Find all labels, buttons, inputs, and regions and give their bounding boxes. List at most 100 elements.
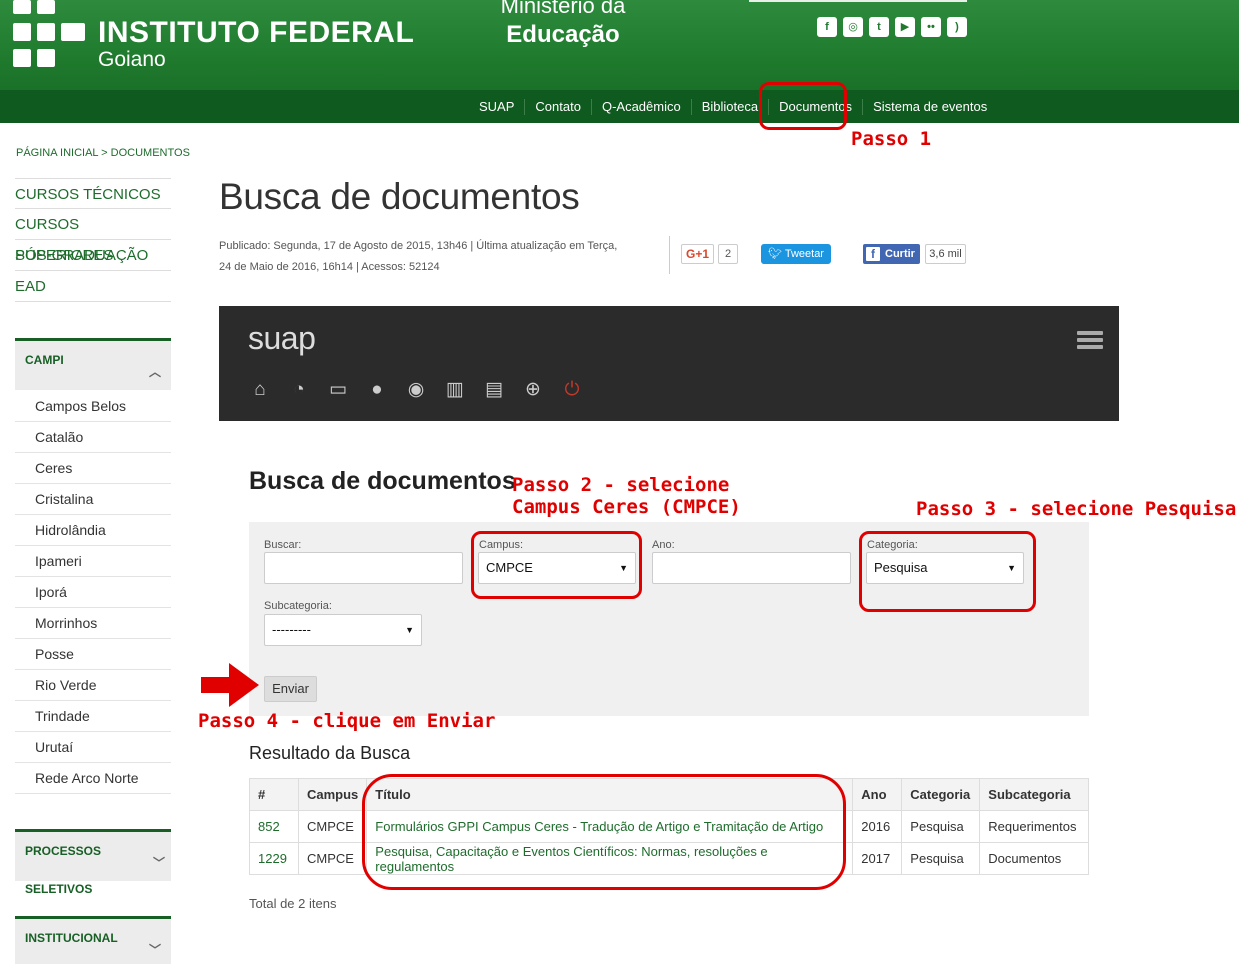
if-logo-icon[interactable] [13,0,85,68]
sidebar-link-cursos-tecnicos[interactable]: CURSOS TÉCNICOS [15,178,171,209]
facebook-like-button[interactable]: f Curtir [863,244,920,264]
page-title: Busca de documentos [219,176,580,217]
suap-banner: suap ⌂ ◔ ▭ ● ◉ ▥ ▤ ⊕ ⏻ [219,306,1119,421]
brand-subtitle[interactable]: Goiano [98,48,166,72]
annotation-box-step1 [759,82,847,130]
campus-item[interactable]: Ipameri [15,546,171,577]
facebook-icon: f [866,247,880,261]
sidebar-section-institucional[interactable]: INSTITUCIONAL ﹀ [15,916,171,964]
table-cell: Pesquisa [901,842,981,875]
fb-like-label: Curtir [885,248,915,260]
meta-line: Publicado: Segunda, 17 de Agosto de 2015… [219,240,618,252]
column-header[interactable]: Subcategoria [979,778,1089,811]
youtube-icon[interactable]: ▶ [895,17,915,37]
annotation-box-step2 [471,531,642,599]
google-plus-count: 2 [718,244,738,264]
facebook-icon[interactable]: f [817,17,837,37]
chevron-down-icon: ﹀ [148,943,161,957]
nav-item-suap[interactable]: SUAP [469,99,524,115]
nav-item-sistema-eventos[interactable]: Sistema de eventos [862,98,997,115]
nav-item-q-academico[interactable]: Q-Acadêmico [590,98,691,115]
column-header[interactable]: Categoria [901,778,981,811]
nav-item-contato[interactable]: Contato [524,98,591,115]
monitor-icon[interactable]: ▭ [327,379,349,401]
buscar-input[interactable] [264,552,463,584]
campus-item[interactable]: Campos Belos [15,391,171,422]
sidebar-top-links: CURSOS TÉCNICOS CURSOS SUPERIORES PÓS-GR… [15,178,171,302]
subcategoria-selected-value: --------- [272,622,311,637]
breadcrumb[interactable]: PÁGINA INICIAL > DOCUMENTOS [16,147,190,159]
twitter-bird-icon: 🐦︎ [768,248,785,260]
rss-icon[interactable]: ) [947,17,967,37]
doc-id-link[interactable]: 852 [249,810,299,843]
table-cell: 2016 [852,810,903,843]
campus-item[interactable]: Posse [15,639,171,670]
tweet-button[interactable]: 🐦︎ Tweetar [761,244,831,264]
column-header[interactable]: Ano [852,778,903,811]
pie-chart-icon[interactable]: ◔ [288,379,310,401]
subcategoria-label: Subcategoria: [264,600,332,612]
suap-toolbar: ⌂ ◔ ▭ ● ◉ ▥ ▤ ⊕ ⏻ [249,379,583,401]
article-meta: Publicado: Segunda, 17 de Agosto de 2015… [219,236,649,278]
column-header[interactable]: Campus [297,778,368,811]
campus-item[interactable]: Iporá [15,577,171,608]
instagram-icon[interactable]: ◎ [843,17,863,37]
brand-title[interactable]: INSTITUTO FEDERAL [98,16,414,50]
subcategoria-select[interactable]: --------- ▼ [264,614,422,646]
section-title: PROCESSOS SELETIVOS [25,844,102,896]
top-divider [749,0,967,2]
table-cell: Documentos [979,842,1089,875]
tweet-label: Tweetar [784,248,824,260]
annotation-step2-line1: Passo 2 - selecione [512,474,730,496]
nav-item-biblioteca[interactable]: Biblioteca [690,98,768,115]
dropdown-arrow-icon: ▼ [405,625,414,635]
sidebar-link-ead[interactable]: EAD [15,271,171,302]
enviar-button[interactable]: Enviar [264,676,317,702]
flickr-icon[interactable]: •• [921,17,941,37]
campus-item[interactable]: Catalão [15,422,171,453]
globe-icon[interactable]: ⊕ [522,379,544,401]
social-links: f ◎ t ▶ •• ) [817,17,967,37]
campus-item[interactable]: Rio Verde [15,670,171,701]
facebook-like-count: 3,6 mil [925,244,966,264]
red-arrow-icon [201,663,259,707]
column-header[interactable]: # [249,778,299,811]
table-cell: CMPCE [297,842,368,875]
campus-item[interactable]: Cristalina [15,484,171,515]
hamburger-menu-icon[interactable] [1077,331,1103,352]
campus-item[interactable]: Morrinhos [15,608,171,639]
annotation-step2-line2: Campus Ceres (CMPCE) [512,496,741,518]
bar-chart-icon[interactable]: ▥ [444,379,466,401]
twitter-icon[interactable]: t [869,17,889,37]
ano-label: Ano: [652,539,675,551]
doc-id-link[interactable]: 1229 [249,842,299,875]
results-title: Resultado da Busca [249,743,411,763]
campi-list: Campos Belos Catalão Ceres Cristalina Hi… [15,391,171,794]
home-icon[interactable]: ⌂ [249,379,271,401]
meta-line: 24 de Maio de 2016, 16h14 | Acessos: 521… [219,261,440,273]
chevron-up-icon: ︿ [148,365,161,379]
compass-icon[interactable]: ◉ [405,379,427,401]
ministry-label-bottom: Educação [506,21,620,48]
sidebar-link-cursos-superiores[interactable]: CURSOS SUPERIORES [15,209,171,264]
google-plus-button[interactable]: G+1 [681,244,714,264]
table-cell: Pesquisa [901,810,981,843]
sidebar-section-campi[interactable]: CAMPI ︿ [15,338,171,390]
briefcase-icon[interactable]: ▤ [483,379,505,401]
annotation-step4: Passo 4 - clique em Enviar [198,710,496,732]
campus-item[interactable]: Trindade [15,701,171,732]
annotation-step3: Passo 3 - selecione Pesquisa [916,498,1237,520]
sidebar-link-pos-graduacao[interactable]: PÓS-GRADUAÇÃO [15,240,171,271]
campus-item[interactable]: Rede Arco Norte [15,763,171,794]
table-cell: 2017 [852,842,903,875]
suap-logo[interactable]: suap [248,320,316,357]
campus-item[interactable]: Hidrolândia [15,515,171,546]
search-section-title: Busca de documentos [249,467,516,495]
sidebar-section-processos-seletivos[interactable]: PROCESSOS SELETIVOS ﹀ [15,829,171,896]
ano-input[interactable] [652,552,851,584]
campus-item[interactable]: Urutaí [15,732,171,763]
user-icon[interactable]: ● [366,379,388,401]
annotation-box-step3 [859,531,1036,612]
campus-item[interactable]: Ceres [15,453,171,484]
power-icon[interactable]: ⏻ [561,379,583,401]
